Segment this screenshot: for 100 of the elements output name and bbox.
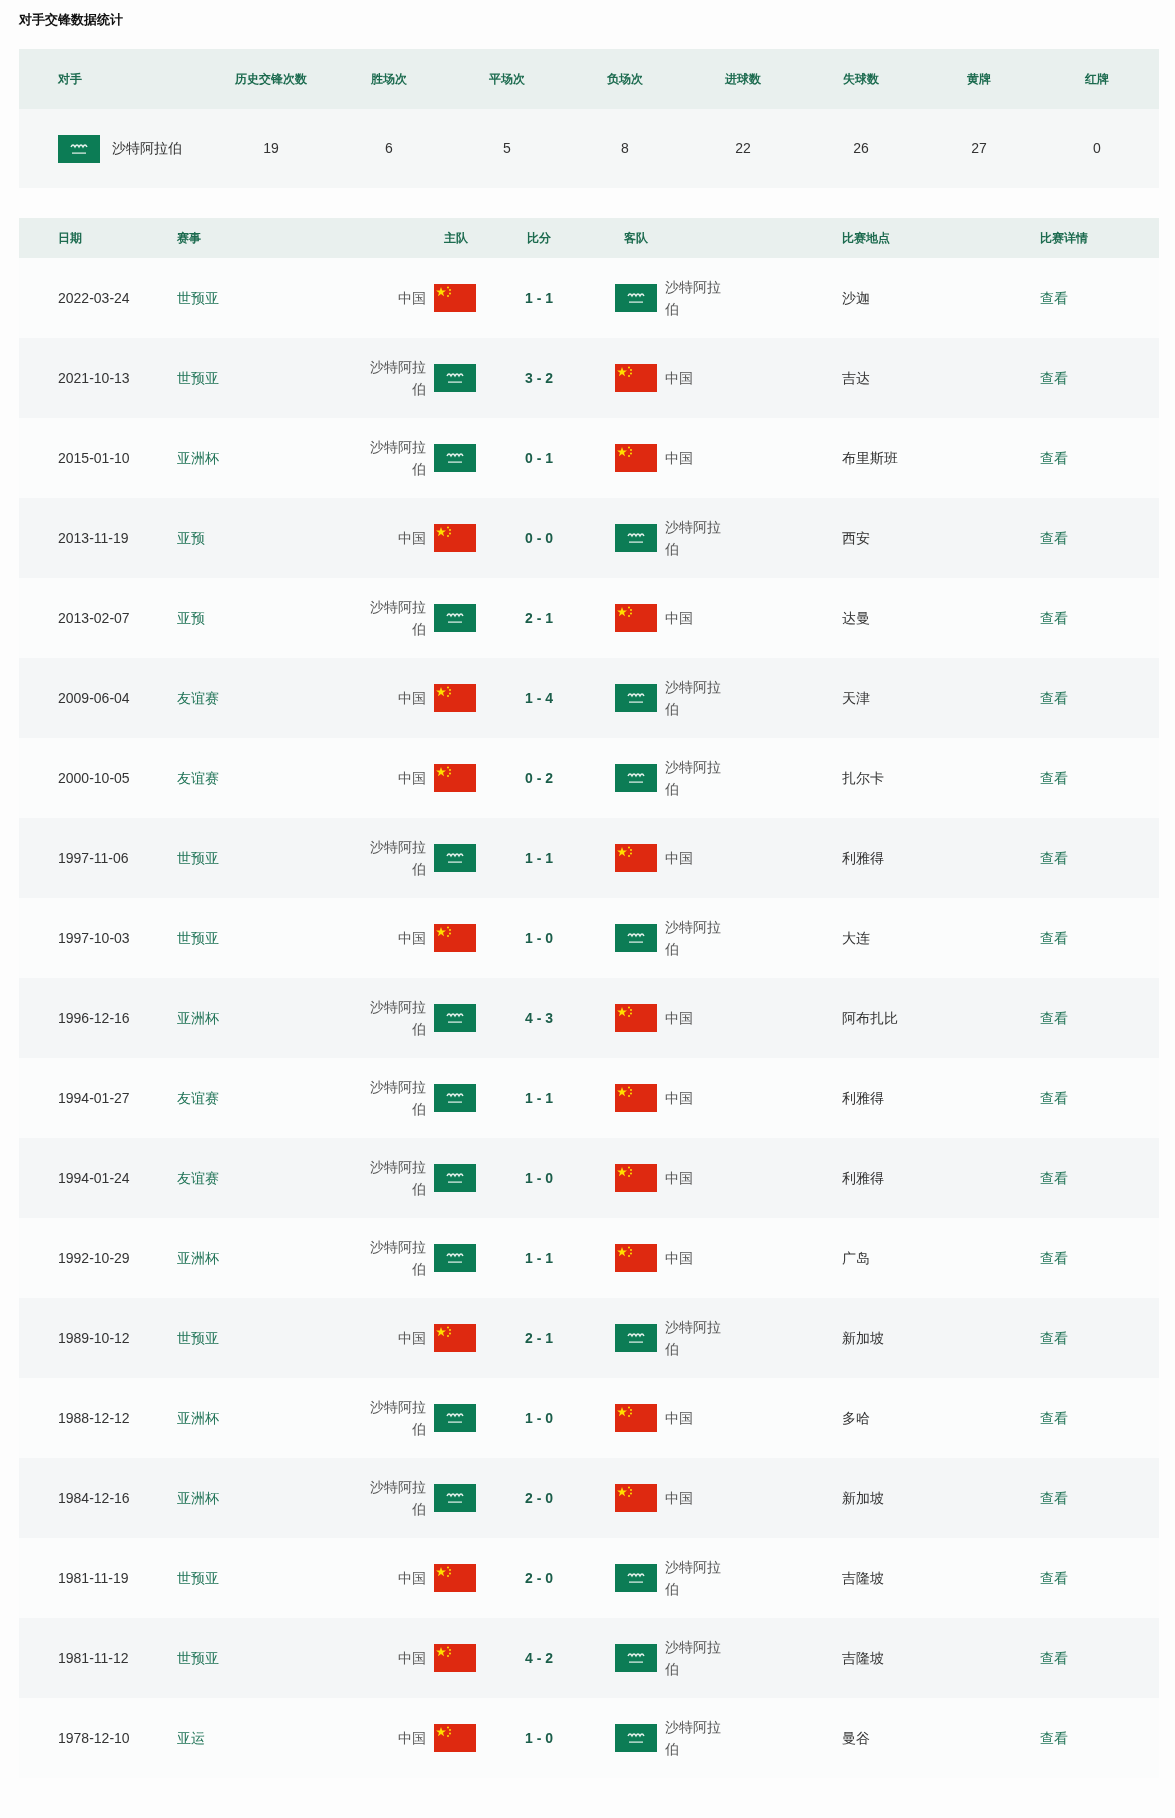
- table-cell: 大连: [841, 929, 870, 946]
- table-cell: 2009-06-04: [58, 689, 130, 706]
- column-header: 比赛详情: [1040, 231, 1088, 245]
- details-link[interactable]: 查看: [1040, 1089, 1068, 1106]
- details-link[interactable]: 查看: [1040, 1649, 1068, 1666]
- competition-link[interactable]: 亚洲杯: [177, 449, 219, 466]
- competition-link[interactable]: 世预亚: [177, 929, 219, 946]
- table-cell: 1989-10-12: [58, 1329, 130, 1346]
- details-link[interactable]: 查看: [1040, 369, 1068, 386]
- team-name: 中国: [664, 1009, 694, 1028]
- competition-link[interactable]: 友谊赛: [177, 1089, 219, 1106]
- team-name: 沙特阿拉伯: [664, 518, 722, 559]
- score: 4 - 2: [525, 1648, 554, 1668]
- details-link[interactable]: 查看: [1040, 689, 1068, 706]
- competition-link[interactable]: 亚洲杯: [177, 1009, 219, 1026]
- details-link[interactable]: 查看: [1040, 529, 1068, 546]
- table-cell: 1981-11-19: [58, 1569, 129, 1586]
- team-name: 中国: [664, 1249, 694, 1268]
- details-link[interactable]: 查看: [1040, 1729, 1068, 1746]
- details-link[interactable]: 查看: [1040, 1569, 1068, 1586]
- details-link[interactable]: 查看: [1040, 609, 1068, 626]
- team-name: 沙特阿拉伯: [368, 998, 426, 1039]
- team-name: 沙特阿拉伯: [664, 758, 722, 799]
- details-link[interactable]: 查看: [1040, 929, 1068, 946]
- details-link[interactable]: 查看: [1040, 1169, 1068, 1186]
- details-link[interactable]: 查看: [1040, 849, 1068, 866]
- table-cell: 吉隆坡: [841, 1649, 884, 1666]
- column-header: 对手: [58, 72, 82, 86]
- team-name: 中国: [664, 1169, 694, 1188]
- competition-link[interactable]: 世预亚: [177, 289, 219, 306]
- competition-link[interactable]: 亚洲杯: [177, 1249, 219, 1266]
- table-cell: 西安: [841, 529, 870, 546]
- competition-link[interactable]: 亚洲杯: [177, 1409, 219, 1426]
- table-cell-text: 19: [263, 139, 279, 158]
- column-header: 客队: [623, 231, 648, 245]
- competition-link[interactable]: 亚洲杯: [177, 1489, 219, 1506]
- table-cell-text: 沙特阿拉伯: [112, 139, 182, 158]
- table-cell: 1992-10-29: [58, 1249, 130, 1266]
- team-name: 沙特阿拉伯: [368, 438, 426, 479]
- table-cell: 1997-11-06: [58, 849, 129, 866]
- team-name: 中国: [396, 689, 426, 708]
- table-cell: 1997-10-03: [58, 929, 130, 946]
- section-title: 对手交锋数据统计: [19, 12, 124, 29]
- table-cell: 2015-01-10: [58, 449, 130, 466]
- column-header: 主队: [443, 230, 468, 247]
- competition-link[interactable]: 世预亚: [177, 369, 219, 386]
- team-name: 沙特阿拉伯: [664, 1638, 722, 1679]
- details-link[interactable]: 查看: [1040, 449, 1068, 466]
- team-name: 沙特阿拉伯: [664, 1318, 722, 1359]
- score: 1 - 1: [525, 288, 554, 308]
- team-name: 中国: [664, 849, 694, 868]
- details-link[interactable]: 查看: [1040, 769, 1068, 786]
- score: 3 - 2: [525, 368, 554, 388]
- score: 1 - 1: [525, 1088, 554, 1108]
- column-header: 红牌: [1085, 71, 1109, 88]
- table-cell: 1994-01-24: [58, 1169, 130, 1186]
- table-cell: 多哈: [841, 1409, 870, 1426]
- team-name: 沙特阿拉伯: [368, 1478, 426, 1519]
- table-cell: 2022-03-24: [58, 289, 130, 306]
- table-cell: 广岛: [841, 1249, 870, 1266]
- details-link[interactable]: 查看: [1040, 289, 1068, 306]
- team-name: 沙特阿拉伯: [368, 358, 426, 399]
- team-name: 中国: [664, 369, 694, 388]
- details-link[interactable]: 查看: [1040, 1409, 1068, 1426]
- competition-link[interactable]: 世预亚: [177, 1569, 219, 1586]
- table-cell: 1996-12-16: [58, 1009, 130, 1026]
- table-cell: 新加坡: [841, 1329, 884, 1346]
- team-name: 中国: [396, 1729, 426, 1748]
- table-cell: 阿布扎比: [841, 1009, 898, 1026]
- competition-link[interactable]: 友谊赛: [177, 689, 219, 706]
- competition-link[interactable]: 世预亚: [177, 849, 219, 866]
- team-name: 中国: [664, 1489, 694, 1508]
- details-link[interactable]: 查看: [1040, 1249, 1068, 1266]
- competition-link[interactable]: 世预亚: [177, 1649, 219, 1666]
- table-cell: 沙迦: [841, 289, 870, 306]
- team-name: 中国: [664, 449, 694, 468]
- competition-link[interactable]: 友谊赛: [177, 769, 219, 786]
- column-header: 黄牌: [967, 71, 991, 88]
- score: 1 - 1: [525, 848, 554, 868]
- table-cell: 2013-11-19: [58, 529, 129, 546]
- score: 4 - 3: [525, 1008, 554, 1028]
- score: 1 - 0: [525, 1408, 554, 1428]
- competition-link[interactable]: 友谊赛: [177, 1169, 219, 1186]
- column-header: 平场次: [489, 71, 525, 88]
- table-cell: 1981-11-12: [58, 1649, 129, 1666]
- table-cell: 新加坡: [841, 1489, 884, 1506]
- table-cell-text: 5: [503, 139, 511, 158]
- competition-link[interactable]: 亚预: [177, 529, 205, 546]
- team-name: 沙特阿拉伯: [368, 1238, 426, 1279]
- competition-link[interactable]: 世预亚: [177, 1329, 219, 1346]
- score: 0 - 2: [525, 768, 554, 788]
- table-cell: 扎尔卡: [841, 769, 884, 786]
- score: 1 - 0: [525, 928, 554, 948]
- details-link[interactable]: 查看: [1040, 1489, 1068, 1506]
- details-link[interactable]: 查看: [1040, 1329, 1068, 1346]
- score: 0 - 1: [525, 448, 554, 468]
- competition-link[interactable]: 亚运: [177, 1729, 205, 1746]
- score: 2 - 1: [525, 1328, 554, 1348]
- competition-link[interactable]: 亚预: [177, 609, 205, 626]
- details-link[interactable]: 查看: [1040, 1009, 1068, 1026]
